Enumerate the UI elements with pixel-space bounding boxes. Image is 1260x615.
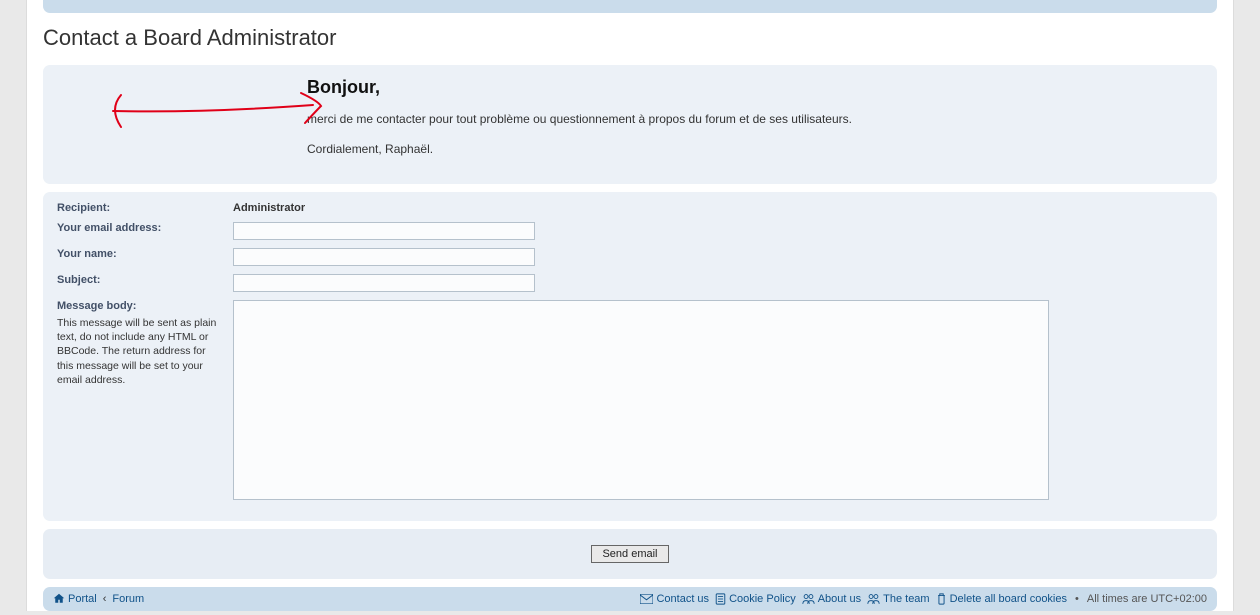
envelope-icon [640, 594, 653, 604]
name-input[interactable] [233, 248, 535, 266]
intro-panel: Bonjour, merci de me contacter pour tout… [43, 65, 1217, 184]
the-team-link[interactable]: The team [867, 593, 929, 605]
recipient-value: Administrator [233, 202, 305, 214]
contact-us-link[interactable]: Contact us [640, 593, 709, 605]
dot-sep: • [1075, 593, 1079, 605]
subject-input[interactable] [233, 274, 535, 292]
subject-label: Subject: [57, 274, 100, 286]
intro-heading: Bonjour, [307, 77, 1203, 98]
arrow-annotation [103, 91, 333, 141]
name-label: Your name: [57, 248, 117, 260]
recipient-label: Recipient: [57, 202, 110, 214]
email-label: Your email address: [57, 222, 161, 234]
message-desc: This message will be sent as plain text,… [57, 316, 219, 387]
trash-icon [936, 593, 947, 605]
intro-line2: Cordialement, Raphaël. [307, 142, 1203, 156]
people-icon [802, 593, 815, 605]
document-icon [715, 593, 726, 605]
forum-link[interactable]: Forum [112, 593, 144, 605]
delete-cookies-link[interactable]: Delete all board cookies [936, 593, 1067, 605]
page-title: Contact a Board Administrator [43, 25, 1217, 51]
email-input[interactable] [233, 222, 535, 240]
footer-navbar: Portal ‹ Forum Contact us Cookie Policy … [43, 587, 1217, 611]
people-icon [867, 593, 880, 605]
home-icon [53, 593, 65, 605]
timezone-text: All times are UTC+02:00 [1087, 593, 1207, 605]
portal-link[interactable]: Portal [53, 593, 97, 605]
breadcrumb-sep: ‹ [103, 593, 107, 605]
form-panel: Recipient: Administrator Your email addr… [43, 192, 1217, 521]
message-textarea[interactable] [233, 300, 1049, 500]
about-us-link[interactable]: About us [802, 593, 861, 605]
message-label: Message body: [57, 300, 136, 312]
submit-panel [43, 529, 1217, 579]
send-email-button[interactable] [591, 545, 668, 563]
cookie-policy-link[interactable]: Cookie Policy [715, 593, 796, 605]
top-navbar-remnant [43, 0, 1217, 13]
intro-line1: merci de me contacter pour tout problème… [307, 112, 1203, 126]
